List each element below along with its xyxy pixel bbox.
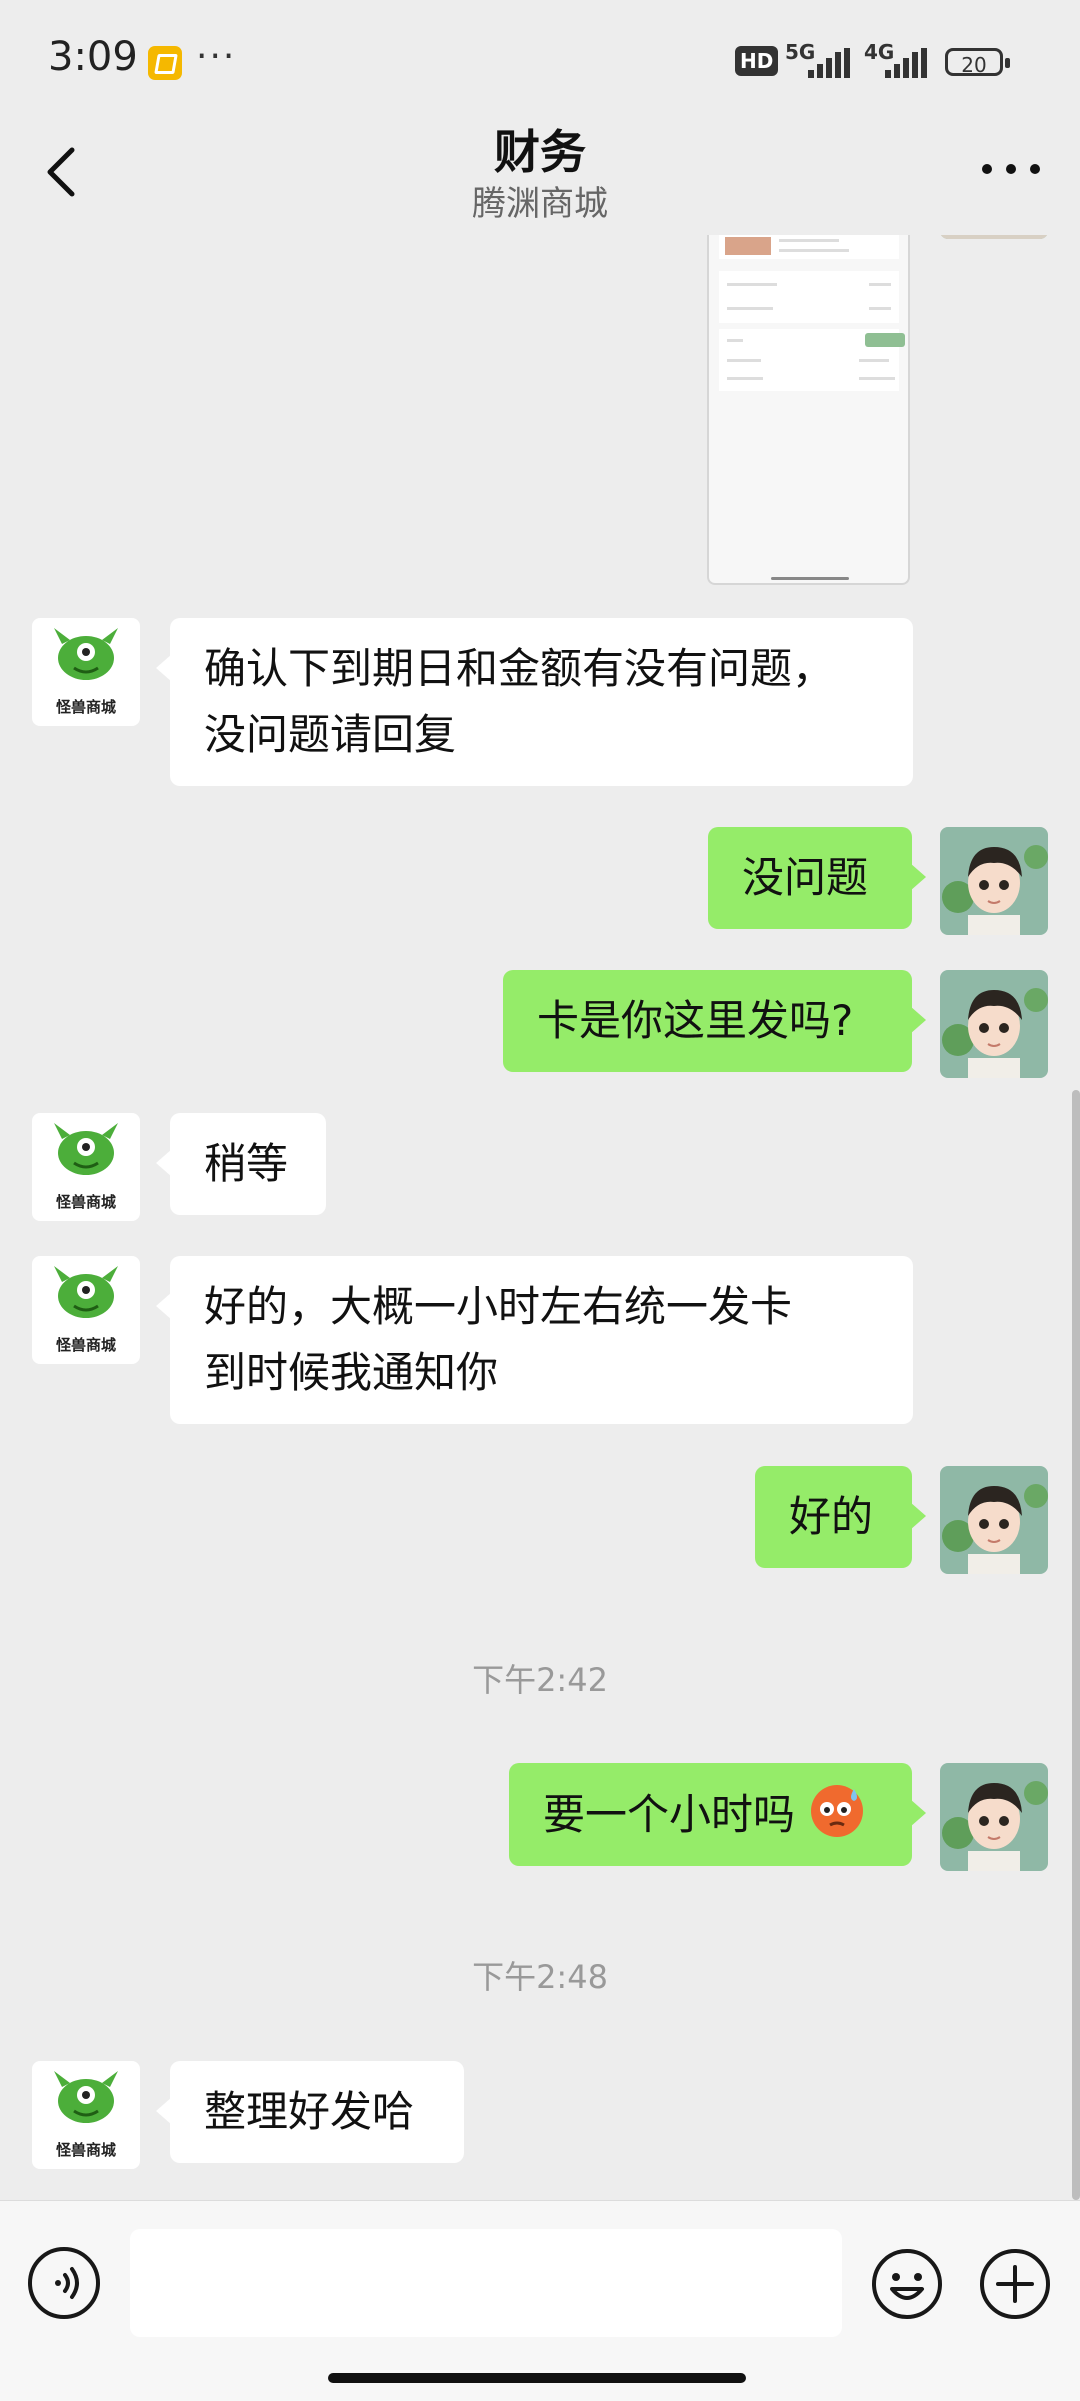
- user-avatar[interactable]: [940, 235, 1048, 239]
- merchant-avatar[interactable]: 怪兽商城: [32, 618, 140, 726]
- outgoing-bubble[interactable]: 好的: [755, 1466, 926, 1568]
- battery-icon: 20: [945, 48, 1010, 77]
- outgoing-bubble[interactable]: 卡是你这里发吗?: [503, 970, 926, 1072]
- incoming-bubble[interactable]: 整理好发哈: [156, 2061, 464, 2163]
- merchant-brand-text: 怪兽商城: [56, 698, 116, 716]
- incoming-bubble[interactable]: 好的，大概一小时左右统一发卡 到时候我通知你: [156, 1256, 913, 1424]
- merchant-avatar[interactable]: 怪兽商城: [32, 2061, 140, 2169]
- user-avatar[interactable]: [940, 827, 1048, 935]
- user-avatar[interactable]: [940, 970, 1048, 1078]
- notes-app-notification-icon: [148, 46, 182, 80]
- more-dots-icon[interactable]: [976, 160, 1046, 184]
- chat-title: 财务: [494, 125, 586, 179]
- message-text: 确认下到期日和金额有没有问题，: [204, 644, 835, 693]
- user-avatar[interactable]: [940, 1763, 1048, 1871]
- message-text: 好的: [789, 1492, 874, 1541]
- message-text: 整理好发哈: [204, 2087, 415, 2136]
- input-bar: [0, 2200, 1080, 2401]
- more-notifications-icon: ···: [196, 36, 237, 77]
- message-text: 稍等: [204, 1139, 289, 1188]
- message-list[interactable]: 怪兽商城 确认下到期日和金额有没有问题， 没问题请回复 没问题 卡是你这里发吗?…: [0, 235, 1080, 2200]
- signal-strength-icon: [808, 48, 850, 78]
- message-text: 要一个小时吗: [543, 1790, 796, 1839]
- screenshot-image-message[interactable]: [707, 235, 910, 585]
- message-text: 没问题: [742, 853, 869, 902]
- merchant-avatar[interactable]: 怪兽商城: [32, 1113, 140, 1221]
- chat-scrollbar[interactable]: [1072, 1090, 1080, 2200]
- message-text: 到时候我通知你: [204, 1348, 499, 1397]
- voice-icon[interactable]: [28, 2247, 100, 2319]
- chat-header: 财务 腾渊商城: [0, 110, 1080, 235]
- message-input[interactable]: [130, 2229, 842, 2337]
- message-text: 卡是你这里发吗?: [537, 996, 854, 1045]
- emoji-icon[interactable]: [870, 2247, 944, 2321]
- timestamp: 下午2:48: [472, 1958, 608, 1996]
- incoming-bubble[interactable]: 确认下到期日和金额有没有问题， 没问题请回复: [156, 618, 913, 786]
- timestamp: 下午2:42: [472, 1661, 608, 1699]
- incoming-bubble[interactable]: 稍等: [156, 1113, 326, 1215]
- hd-badge: HD: [735, 46, 779, 76]
- outgoing-bubble[interactable]: 要一个小时吗: [509, 1763, 926, 1866]
- status-bar: 3:09 ··· HD 5G 4G 20: [0, 0, 1080, 110]
- signal-strength-icon-2: [885, 48, 927, 78]
- chat-subtitle: 腾渊商城: [472, 184, 608, 224]
- home-indicator[interactable]: [328, 2373, 746, 2383]
- merchant-brand-text: 怪兽商城: [56, 2141, 116, 2159]
- merchant-avatar[interactable]: 怪兽商城: [32, 1256, 140, 1364]
- sweat-face-emoji-icon: [811, 1785, 864, 1837]
- merchant-brand-text: 怪兽商城: [56, 1193, 116, 1211]
- outgoing-bubble[interactable]: 没问题: [708, 827, 926, 929]
- message-text: 好的，大概一小时左右统一发卡: [204, 1282, 793, 1331]
- merchant-brand-text: 怪兽商城: [56, 1336, 116, 1354]
- message-text: 没问题请回复: [204, 710, 457, 759]
- user-avatar[interactable]: [940, 1466, 1048, 1574]
- plus-icon[interactable]: [978, 2247, 1052, 2321]
- status-time: 3:09: [48, 34, 138, 80]
